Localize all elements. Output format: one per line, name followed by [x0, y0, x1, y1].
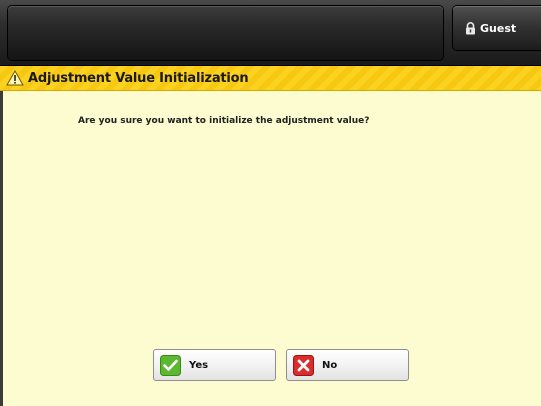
- left-divider: [0, 91, 3, 406]
- screen: Guest Adjustment Value Initialization Ar…: [0, 0, 541, 406]
- dialog-message: Are you sure you want to initialize the …: [78, 116, 370, 126]
- no-button-label: No: [322, 359, 338, 371]
- checkmark-icon: [160, 354, 181, 376]
- user-button[interactable]: Guest: [453, 6, 541, 50]
- yes-button[interactable]: Yes: [153, 349, 276, 381]
- dialog-title: Adjustment Value Initialization: [28, 70, 249, 86]
- user-label: Guest: [480, 21, 517, 35]
- dialog-title-bar: Adjustment Value Initialization: [0, 66, 541, 91]
- status-bar-main: [8, 6, 443, 60]
- lock-icon: [466, 21, 475, 34]
- no-button[interactable]: No: [286, 349, 409, 381]
- status-bar: Guest: [0, 0, 541, 66]
- x-icon: [293, 354, 314, 376]
- yes-button-label: Yes: [189, 359, 209, 371]
- warning-icon: [6, 70, 24, 86]
